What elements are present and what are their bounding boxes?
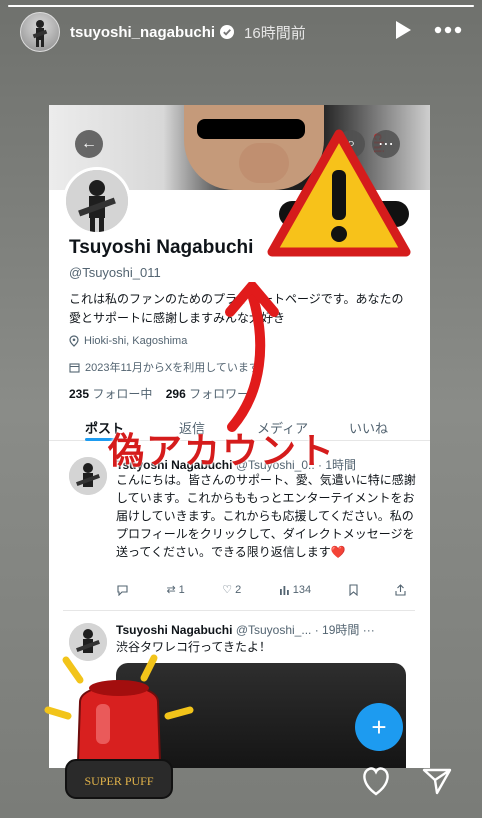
- heart-icon: ♡: [222, 584, 233, 596]
- tweet-divider: [63, 610, 415, 611]
- tweet-avatar[interactable]: [69, 457, 107, 495]
- profile-handle: @Tsuyoshi_011: [69, 265, 161, 280]
- guitarist-icon: [69, 457, 107, 495]
- send-icon[interactable]: [422, 766, 452, 796]
- repost-button[interactable]: ⇄ 1: [166, 583, 185, 597]
- following-count[interactable]: 235: [69, 387, 89, 401]
- location-text: Hioki-shi, Kagoshima: [84, 335, 188, 347]
- story-progress-fill: [8, 5, 474, 7]
- like-button[interactable]: ♡ 2: [222, 583, 242, 597]
- guitarist-icon: [66, 170, 128, 232]
- reply-button[interactable]: [116, 583, 129, 596]
- story-actions: [360, 766, 452, 796]
- followers-count[interactable]: 296: [166, 387, 186, 401]
- tweet-header: Tsuyoshi Nagabuchi @Tsuyoshi_... · 19時間 …: [116, 623, 375, 637]
- story-header: tsuyoshi_nagabuchi 16時間前: [0, 12, 482, 52]
- arrow-icon: [225, 282, 279, 432]
- bookmark-icon: [348, 583, 358, 596]
- tweet-text: こんにちは。皆さんのサポート、愛、気遣いに特に感謝しています。これからももっとエ…: [116, 473, 416, 559]
- profile-avatar: [63, 167, 131, 235]
- story-username[interactable]: tsuyoshi_nagabuchi: [70, 24, 215, 41]
- siren-icon: SUPER PUFF: [44, 654, 194, 799]
- tweet-author: Tsuyoshi Nagabuchi: [116, 623, 233, 637]
- repost-icon: ⇄: [166, 584, 176, 596]
- repost-count: 1: [178, 583, 185, 596]
- back-icon[interactable]: ←: [75, 130, 103, 158]
- story-time: 16時間前: [244, 24, 306, 42]
- profile-location: Hioki-shi, Kagoshima: [69, 335, 187, 347]
- tweet-more-icon[interactable]: ···: [363, 623, 375, 637]
- compose-button[interactable]: +: [355, 703, 403, 751]
- guitarist-icon: [32, 20, 48, 47]
- verified-badge-icon: [220, 25, 235, 39]
- calendar-icon: [69, 362, 80, 373]
- siren-label: SUPER PUFF: [84, 774, 153, 788]
- tweet-time: 19時間: [322, 623, 360, 637]
- views-count: 134: [292, 583, 312, 596]
- profile-name: Tsuyoshi Nagabuchi: [69, 237, 254, 258]
- tab-likes[interactable]: いいね: [349, 418, 388, 437]
- bookmark-button[interactable]: [348, 583, 358, 596]
- following-label[interactable]: フォロー中: [92, 387, 152, 401]
- tweet-actions: ⇄ 1 ♡ 2 134: [116, 583, 406, 596]
- warning-icon: [267, 129, 411, 257]
- heart-icon[interactable]: [360, 766, 392, 796]
- share-button[interactable]: [395, 583, 406, 596]
- like-count: 2: [235, 583, 242, 596]
- views-button[interactable]: 134: [279, 583, 311, 596]
- more-options-icon[interactable]: [434, 26, 462, 34]
- location-pin-icon: [69, 335, 79, 347]
- tweet-handle: @Tsuyoshi_...: [235, 623, 312, 637]
- avatar[interactable]: [20, 12, 60, 52]
- share-icon: [395, 583, 406, 596]
- play-icon[interactable]: [394, 20, 412, 40]
- reply-icon: [117, 584, 128, 596]
- views-icon: [279, 586, 289, 595]
- story-progress-bar: [8, 5, 474, 7]
- fake-account-label: 偽アカウント: [108, 430, 337, 471]
